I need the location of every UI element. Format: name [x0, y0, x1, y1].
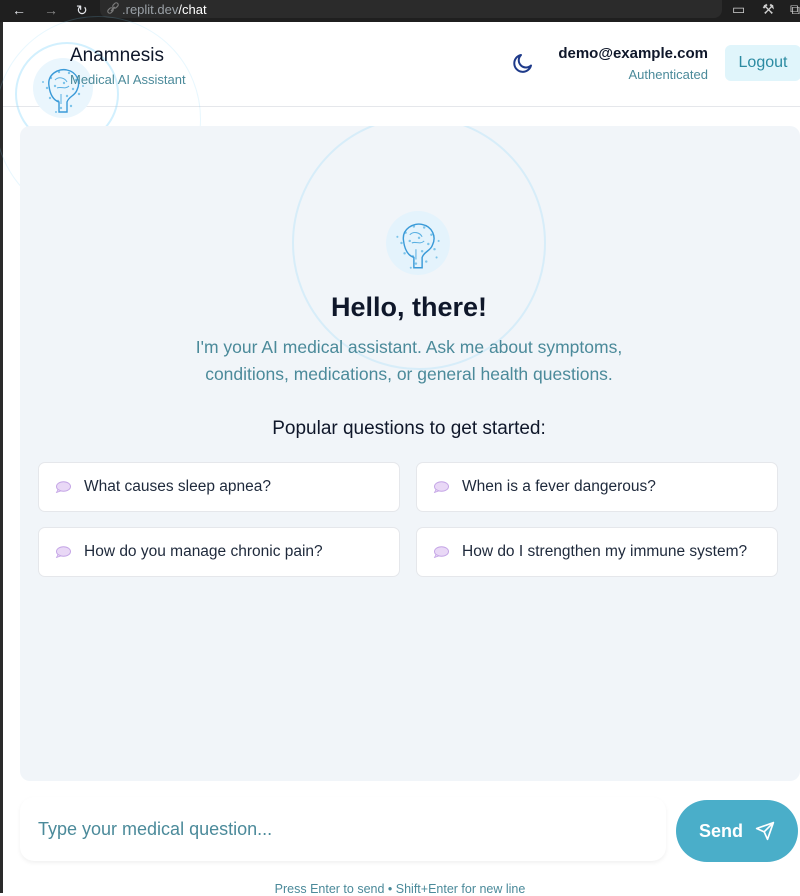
link-icon — [107, 2, 119, 14]
message-input-container — [20, 797, 666, 861]
logout-button[interactable]: Logout — [725, 45, 800, 81]
suggested-question[interactable]: When is a fever dangerous? — [416, 462, 778, 512]
brain-hero-icon — [386, 211, 450, 275]
send-label: Send — [698, 820, 743, 841]
app-title: Anamnesis — [70, 45, 164, 66]
greeting-heading: Hello, there! — [330, 292, 488, 322]
keyboard-hint: Press Enter to send • Shift+Enter for ne… — [274, 882, 526, 896]
send-button[interactable]: Send — [676, 800, 798, 862]
suggested-question-text: How do I strengthen my immune system? — [462, 543, 748, 560]
suggested-question-text: When is a fever dangerous? — [462, 478, 656, 495]
external-icon[interactable]: ⧉ — [790, 1, 800, 18]
devices-icon[interactable]: ▭ — [732, 1, 745, 18]
intro-text: I'm your AI medical assistant. Ask me ab… — [195, 337, 623, 384]
auth-status: Authenticated — [628, 67, 708, 82]
moon-icon[interactable] — [511, 51, 535, 75]
url-path: /chat — [178, 1, 207, 17]
chat-bubble-icon — [433, 481, 449, 493]
address-bar[interactable]: .replit.dev/chat — [100, 0, 722, 18]
forward-icon[interactable]: → — [44, 2, 58, 18]
app-header: Anamnesis Medical AI Assistant demo@exam… — [0, 16, 800, 222]
suggested-question[interactable]: What causes sleep apnea? — [38, 462, 400, 512]
chat-bubble-icon — [55, 481, 71, 493]
back-icon[interactable]: ← — [12, 2, 26, 18]
wrench-icon[interactable]: ⚒ — [762, 1, 775, 18]
suggested-question-text: What causes sleep apnea? — [84, 478, 271, 495]
suggested-question[interactable]: How do I strengthen my immune system? — [416, 527, 778, 577]
app-subtitle: Medical AI Assistant — [70, 72, 186, 87]
popular-questions-heading: Popular questions to get started: — [272, 418, 546, 439]
user-email: demo@example.com — [558, 45, 708, 62]
suggested-question-text: How do you manage chronic pain? — [84, 543, 323, 560]
suggested-question[interactable]: How do you manage chronic pain? — [38, 527, 400, 577]
message-input[interactable] — [20, 797, 666, 861]
send-icon — [755, 821, 775, 841]
url-domain: .replit.dev — [122, 1, 179, 17]
chat-bubble-icon — [433, 546, 449, 558]
chat-bubble-icon — [55, 546, 71, 558]
chat-panel: Hello, there! I'm your AI medical assist… — [20, 126, 800, 781]
